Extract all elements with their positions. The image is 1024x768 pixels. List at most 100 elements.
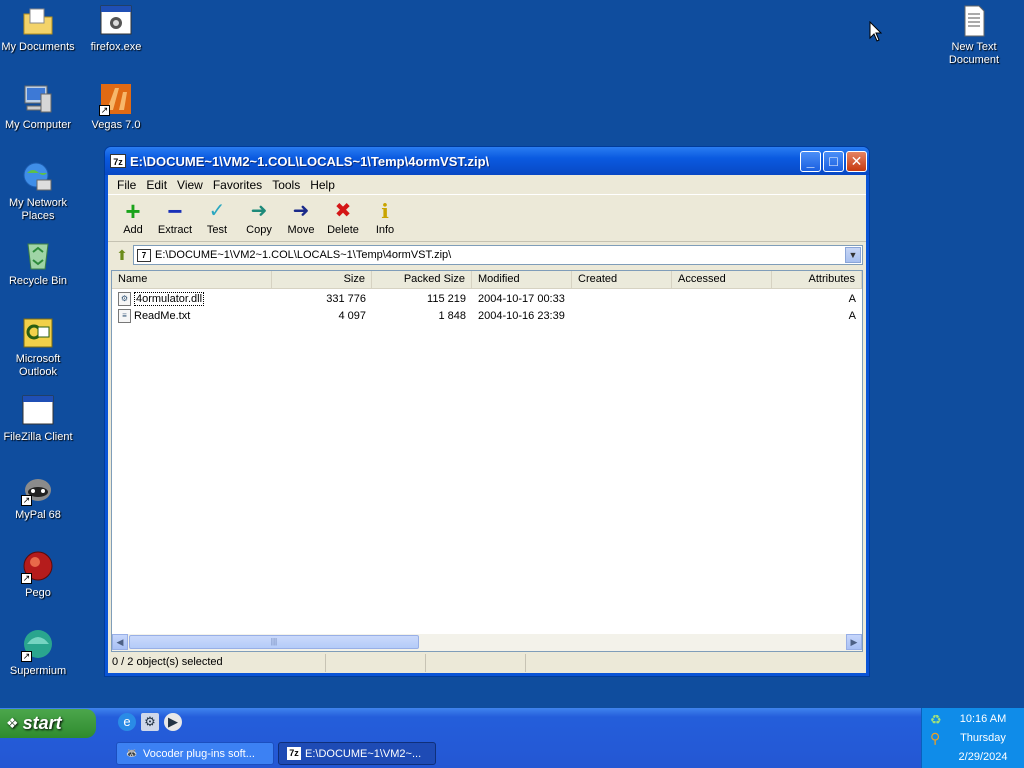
minimize-icon: _: [806, 152, 815, 169]
horizontal-scrollbar[interactable]: ◀ ||| ▶: [112, 634, 862, 651]
desktop-icon-label: Vegas 7.0: [91, 119, 141, 131]
desktop-icon-firefox-exe[interactable]: firefox.exe: [78, 4, 154, 54]
column-header-attributes[interactable]: Attributes: [772, 271, 862, 288]
address-text: E:\DOCUME~1\VM2~1.COL\LOCALS~1\Temp\4orm…: [155, 249, 452, 261]
file-modified: 2004-10-17 00:33: [478, 292, 565, 305]
desktop-icon-pego[interactable]: ↗ Pego: [0, 550, 76, 600]
taskbar-item-vocoder[interactable]: 🦝 Vocoder plug-ins soft...: [116, 742, 274, 765]
info-button[interactable]: i Info: [364, 195, 406, 241]
window-title: E:\DOCUME~1\VM2~1.COL\LOCALS~1\Temp\4orm…: [130, 153, 490, 169]
test-button[interactable]: ✓ Test: [196, 195, 238, 241]
maximize-icon: □: [829, 152, 838, 169]
test-icon: ✓: [208, 200, 226, 222]
shortcut-arrow-icon: ↗: [21, 573, 32, 584]
7zip-window: 7z E:\DOCUME~1\VM2~1.COL\LOCALS~1\Temp\4…: [104, 146, 870, 677]
desktop-icon-my-computer[interactable]: My Computer: [0, 82, 76, 132]
folder-up-button[interactable]: ⬆: [111, 245, 133, 265]
folder-documents-icon: [21, 4, 55, 38]
quicklaunch-media-player-icon[interactable]: ▶: [164, 713, 182, 731]
file-name: 4ormulator.dll: [134, 291, 205, 306]
desktop-icon-label: New Text Document: [948, 41, 1000, 66]
file-attributes: A: [848, 309, 856, 322]
desktop-icon-label: MyPal 68: [15, 509, 61, 521]
address-dropdown-button[interactable]: ▼: [845, 247, 861, 263]
copy-button[interactable]: ➜ Copy: [238, 195, 280, 241]
desktop-icon-mypal[interactable]: ↗ MyPal 68: [0, 472, 76, 522]
table-row[interactable]: ⚙ 4ormulator.dll 331 776 115 219 2004-10-…: [112, 290, 862, 307]
menu-help[interactable]: Help: [305, 178, 340, 192]
scroll-left-button[interactable]: ◀: [112, 634, 128, 650]
file-list: Name Size Packed Size Modified Created A…: [111, 270, 863, 652]
clock-day: Thursday: [960, 732, 1006, 744]
desktop-icon-label: My Network Places: [8, 197, 68, 222]
info-label: Info: [375, 224, 395, 236]
desktop-icon-my-documents[interactable]: My Documents: [0, 4, 76, 54]
toolbar: + Add − Extract ✓ Test ➜ Copy ➜ Move ✖ D…: [108, 194, 866, 242]
system-tray: ♻ ⚲ 10:16 AM Thursday 2/29/2024: [921, 708, 1024, 768]
menu-edit[interactable]: Edit: [141, 178, 172, 192]
desktop-icon-recycle-bin[interactable]: Recycle Bin: [0, 238, 76, 288]
extract-button[interactable]: − Extract: [154, 195, 196, 241]
mypal-icon: ↗: [21, 472, 55, 506]
desktop-icon-label: firefox.exe: [90, 41, 142, 53]
add-label: Add: [123, 224, 143, 236]
chevron-left-icon: ◀: [116, 637, 124, 647]
7z-icon: 7z: [287, 747, 301, 760]
scroll-thumb[interactable]: |||: [129, 635, 419, 649]
column-header-modified[interactable]: Modified: [472, 271, 572, 288]
column-header-created[interactable]: Created: [572, 271, 672, 288]
move-button[interactable]: ➜ Move: [280, 195, 322, 241]
window-titlebar[interactable]: 7z E:\DOCUME~1\VM2~1.COL\LOCALS~1\Temp\4…: [105, 147, 869, 175]
status-panel: [326, 654, 426, 672]
desktop-icon-filezilla[interactable]: FileZilla Client: [0, 394, 76, 444]
menu-tools[interactable]: Tools: [267, 178, 305, 192]
raccoon-icon: 🦝: [126, 748, 138, 758]
address-field[interactable]: 7 E:\DOCUME~1\VM2~1.COL\LOCALS~1\Temp\4o…: [133, 245, 863, 265]
column-header-size[interactable]: Size: [272, 271, 372, 288]
file-size: 4 097: [338, 309, 366, 322]
archive-icon: 7: [137, 248, 151, 262]
desktop-icon-label: My Documents: [1, 41, 75, 53]
column-header-accessed[interactable]: Accessed: [672, 271, 772, 288]
add-button[interactable]: + Add: [112, 195, 154, 241]
desktop-icon-new-text-document[interactable]: New Text Document: [936, 4, 1012, 67]
windows-flag-icon: ❖: [6, 715, 19, 731]
outlook-icon: [21, 316, 55, 350]
desktop-icon-label: FileZilla Client: [3, 431, 73, 443]
menu-bar: File Edit View Favorites Tools Help: [108, 175, 866, 194]
menu-file[interactable]: File: [112, 178, 141, 192]
scroll-track[interactable]: |||: [128, 634, 846, 651]
desktop-icon-supermium[interactable]: ↗ Supermium: [0, 628, 76, 678]
maximize-button[interactable]: □: [823, 150, 844, 172]
menu-favorites[interactable]: Favorites: [208, 178, 267, 192]
desktop-icon-network-places[interactable]: My Network Places: [0, 160, 76, 223]
column-header-packed-size[interactable]: Packed Size: [372, 271, 472, 288]
delete-icon: ✖: [334, 200, 352, 222]
status-panel: [426, 654, 526, 672]
status-selection: 0 / 2 object(s) selected: [108, 654, 326, 672]
file-packed-size: 115 219: [427, 292, 466, 305]
quicklaunch-exe-icon[interactable]: ⚙: [141, 713, 159, 731]
table-row[interactable]: ≡ ReadMe.txt 4 097 1 848 2004-10-16 23:39…: [112, 307, 862, 324]
column-header-name[interactable]: Name: [112, 271, 272, 288]
extract-label: Extract: [157, 224, 193, 236]
quicklaunch-ie-icon[interactable]: e: [118, 713, 136, 731]
menu-view[interactable]: View: [172, 178, 208, 192]
start-button[interactable]: ❖ start: [0, 709, 96, 738]
text-file-icon: ≡: [118, 308, 131, 323]
move-icon: ➜: [292, 200, 310, 222]
computer-icon: [21, 82, 55, 116]
close-button[interactable]: ✕: [846, 150, 867, 172]
scroll-right-button[interactable]: ▶: [846, 634, 862, 650]
taskbar-item-7zip[interactable]: 7z E:\DOCUME~1\VM2~...: [278, 742, 436, 765]
7zip-app-icon: 7z: [110, 154, 126, 168]
desktop-icon-label: Microsoft Outlook: [15, 353, 61, 378]
task-label: Vocoder plug-ins soft...: [143, 747, 255, 760]
desktop-icon-vegas[interactable]: ↗ Vegas 7.0: [78, 82, 154, 132]
clock-time[interactable]: 10:16 AM: [932, 713, 1024, 725]
desktop-icon-outlook[interactable]: Microsoft Outlook: [0, 316, 76, 379]
delete-button[interactable]: ✖ Delete: [322, 195, 364, 241]
info-icon: i: [381, 199, 389, 223]
status-panel: [526, 654, 866, 672]
minimize-button[interactable]: _: [800, 150, 821, 172]
